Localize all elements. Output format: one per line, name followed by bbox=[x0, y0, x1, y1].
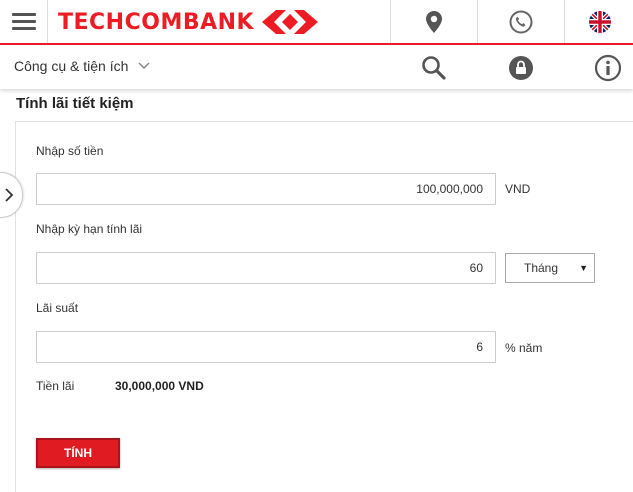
dropdown-arrow-icon: ▼ bbox=[579, 263, 588, 273]
menu-icon bbox=[11, 9, 36, 34]
amount-input[interactable] bbox=[36, 173, 496, 205]
search-button[interactable] bbox=[419, 53, 449, 83]
term-label: Nhập kỳ hạn tính lãi bbox=[36, 222, 143, 236]
techcombank-logo-icon bbox=[262, 10, 319, 34]
location-button[interactable] bbox=[390, 0, 477, 43]
tools-dropdown[interactable]: Công cụ & tiện ích bbox=[14, 58, 150, 74]
lock-icon bbox=[509, 56, 533, 80]
search-icon bbox=[422, 56, 446, 80]
map-pin-icon bbox=[426, 10, 442, 33]
interest-value: 30,000,000 VND bbox=[115, 379, 204, 393]
language-button[interactable] bbox=[564, 0, 633, 43]
rate-label: Lãi suất bbox=[36, 301, 79, 315]
amount-unit: VND bbox=[505, 182, 531, 196]
page-title: Tính lãi tiết kiệm bbox=[16, 95, 134, 112]
term-unit-select[interactable]: Tháng ▼ bbox=[505, 253, 595, 283]
rate-unit: % năm bbox=[505, 341, 543, 355]
tools-bar: Công cụ & tiện ích bbox=[0, 45, 633, 89]
uk-flag-icon bbox=[588, 10, 611, 33]
info-button[interactable] bbox=[593, 53, 623, 83]
top-header: TECHCOMBANK bbox=[0, 0, 633, 45]
phone-icon bbox=[509, 10, 533, 33]
rate-input[interactable] bbox=[36, 331, 496, 363]
tools-label: Công cụ & tiện ích bbox=[14, 58, 129, 74]
brand-name: TECHCOMBANK bbox=[58, 9, 255, 35]
interest-label: Tiền lãi bbox=[36, 379, 75, 393]
info-icon bbox=[594, 54, 622, 82]
login-button[interactable] bbox=[506, 53, 536, 83]
chevron-right-icon bbox=[5, 188, 14, 202]
chevron-down-icon bbox=[138, 62, 150, 70]
menu-button[interactable] bbox=[0, 0, 48, 43]
term-unit-value: Tháng bbox=[524, 261, 559, 275]
brand-logo[interactable]: TECHCOMBANK bbox=[58, 8, 320, 36]
calculate-button[interactable]: TÍNH bbox=[36, 438, 120, 468]
phone-button[interactable] bbox=[477, 0, 564, 43]
term-input[interactable] bbox=[36, 252, 496, 284]
amount-label: Nhập số tiền bbox=[36, 144, 104, 158]
